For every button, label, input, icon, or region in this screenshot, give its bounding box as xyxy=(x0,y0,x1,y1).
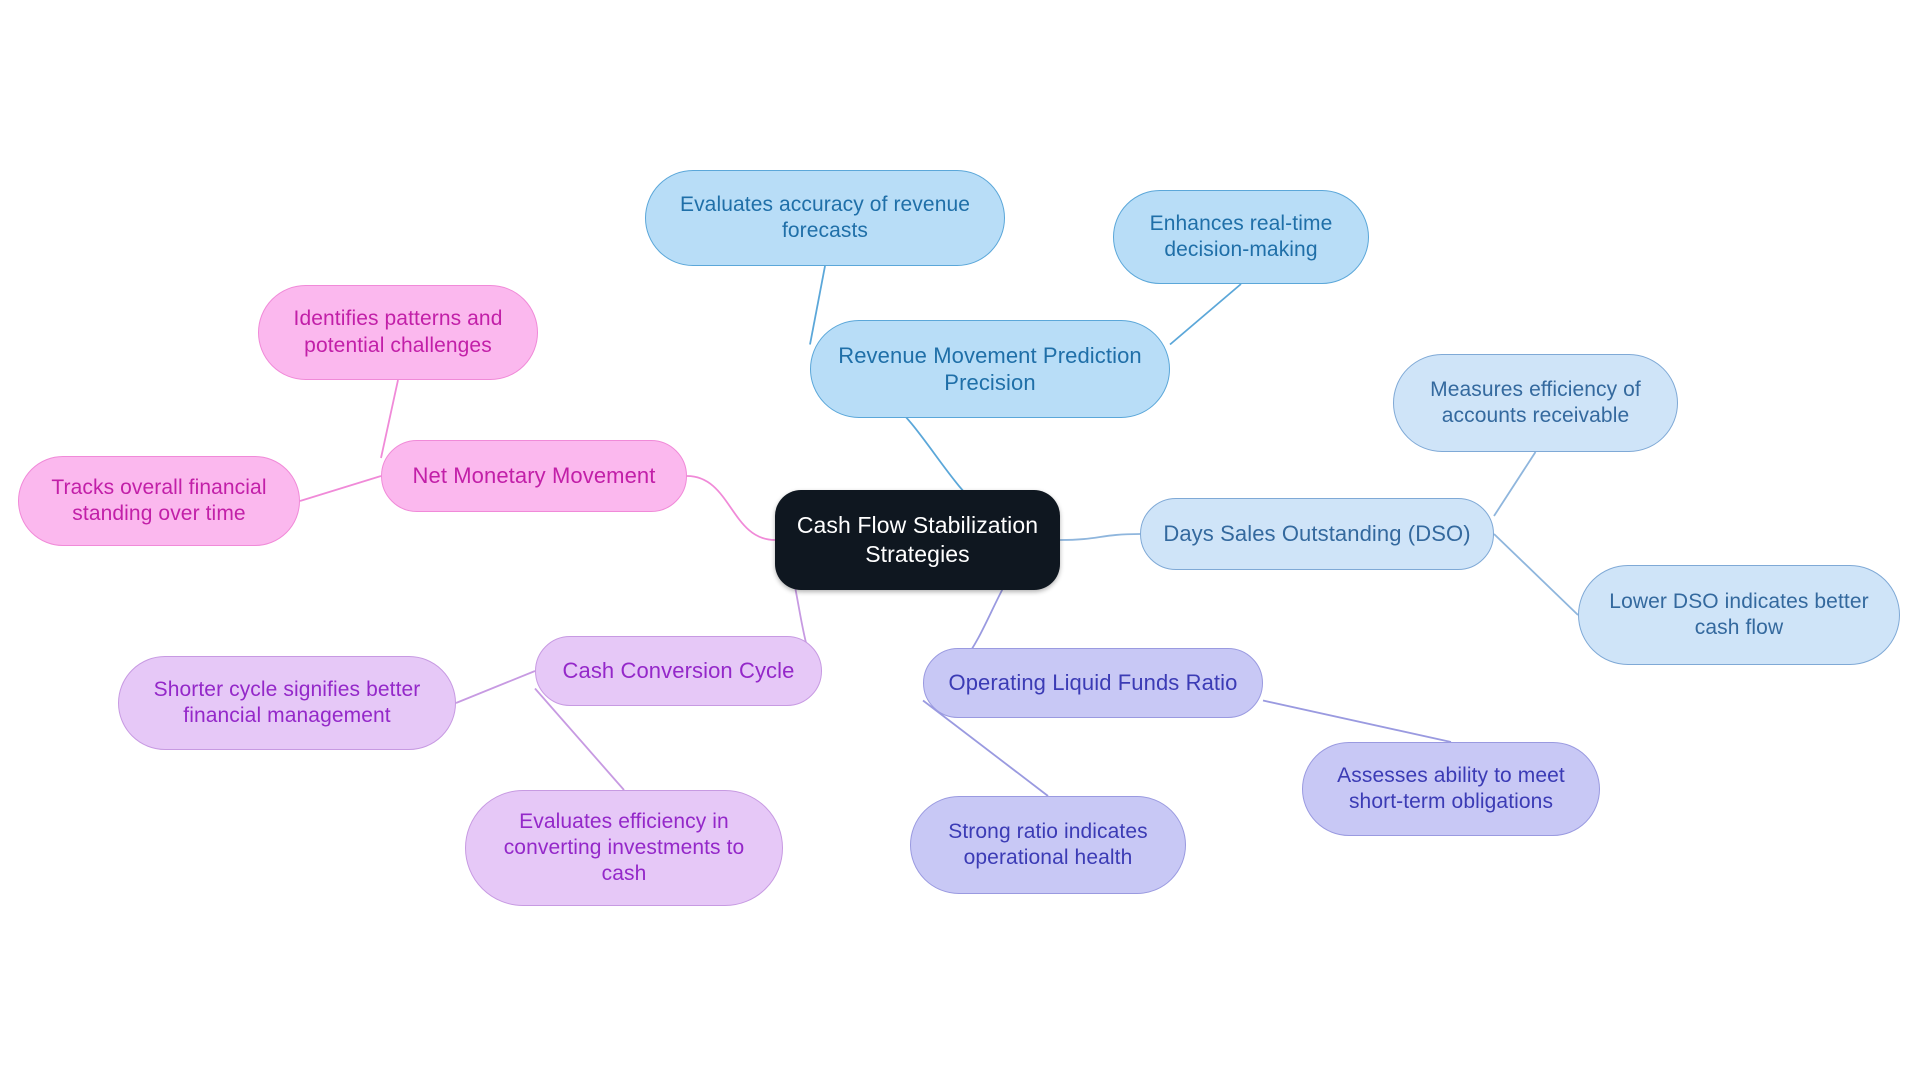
branch-node-liquid-funds-label: Operating Liquid Funds Ratio xyxy=(948,670,1238,696)
edge-dso-to-child-1 xyxy=(1493,533,1579,616)
leaf-node-dso-0-label: Measures efficiency of accounts receivab… xyxy=(1430,377,1641,427)
branch-node-net-monetary-label: Net Monetary Movement xyxy=(412,463,656,489)
root-node-label: Cash Flow Stabilization Strategies xyxy=(796,512,1039,567)
leaf-node-dso-0[interactable]: Measures efficiency of accounts receivab… xyxy=(1393,354,1678,452)
leaf-node-revenue-1-label: Enhances real-time decision-making xyxy=(1149,211,1333,261)
leaf-node-net-monetary-0-label: Identifies patterns and potential challe… xyxy=(293,307,503,357)
leaf-node-conversion-cycle-1[interactable]: Evaluates efficiency in converting inves… xyxy=(465,790,783,906)
root-node[interactable]: Cash Flow Stabilization Strategies xyxy=(775,490,1060,590)
edge-dso-to-child-0 xyxy=(1493,451,1537,517)
leaf-node-liquid-funds-1-label: Assesses ability to meet short-term obli… xyxy=(1337,763,1565,813)
leaf-node-net-monetary-1-label: Tracks overall financial standing over t… xyxy=(51,475,267,525)
branch-node-liquid-funds[interactable]: Operating Liquid Funds Ratio xyxy=(923,648,1263,718)
leaf-node-liquid-funds-0[interactable]: Strong ratio indicates operational healt… xyxy=(910,796,1186,894)
branch-node-conversion-cycle[interactable]: Cash Conversion Cycle xyxy=(535,636,822,706)
edge-root-to-dso xyxy=(1059,533,1141,541)
edge-liquid-funds-to-child-1 xyxy=(1262,699,1452,743)
branch-node-revenue[interactable]: Revenue Movement Prediction Precision xyxy=(810,320,1170,418)
leaf-node-revenue-0-label: Evaluates accuracy of revenue forecasts xyxy=(679,192,971,242)
edge-net-monetary-to-child-1 xyxy=(299,475,382,502)
leaf-node-revenue-0[interactable]: Evaluates accuracy of revenue forecasts xyxy=(645,170,1005,266)
leaf-node-dso-1[interactable]: Lower DSO indicates better cash flow xyxy=(1578,565,1900,665)
leaf-node-conversion-cycle-1-label: Evaluates efficiency in converting inves… xyxy=(503,809,745,886)
leaf-node-liquid-funds-1[interactable]: Assesses ability to meet short-term obli… xyxy=(1302,742,1600,836)
leaf-node-conversion-cycle-0[interactable]: Shorter cycle signifies better financial… xyxy=(118,656,456,750)
leaf-node-net-monetary-1[interactable]: Tracks overall financial standing over t… xyxy=(18,456,300,546)
branch-node-dso[interactable]: Days Sales Outstanding (DSO) xyxy=(1140,498,1494,570)
leaf-node-revenue-1[interactable]: Enhances real-time decision-making xyxy=(1113,190,1369,284)
edge-root-to-net-monetary xyxy=(686,475,776,541)
mind-map-canvas: Cash Flow Stabilization Strategies Revenu… xyxy=(0,0,1920,1083)
leaf-node-dso-1-label: Lower DSO indicates better cash flow xyxy=(1609,589,1869,639)
leaf-node-net-monetary-0[interactable]: Identifies patterns and potential challe… xyxy=(258,285,538,380)
branch-node-net-monetary[interactable]: Net Monetary Movement xyxy=(381,440,687,512)
leaf-node-conversion-cycle-0-label: Shorter cycle signifies better financial… xyxy=(153,677,421,727)
leaf-node-liquid-funds-0-label: Strong ratio indicates operational healt… xyxy=(948,819,1148,869)
edge-conversion-cycle-to-child-0 xyxy=(455,670,536,704)
branch-node-conversion-cycle-label: Cash Conversion Cycle xyxy=(562,658,795,684)
edge-revenue-to-child-1 xyxy=(1169,283,1242,346)
edge-revenue-to-child-0 xyxy=(809,265,826,345)
branch-node-dso-label: Days Sales Outstanding (DSO) xyxy=(1163,521,1471,547)
branch-node-revenue-label: Revenue Movement Prediction Precision xyxy=(838,342,1142,396)
